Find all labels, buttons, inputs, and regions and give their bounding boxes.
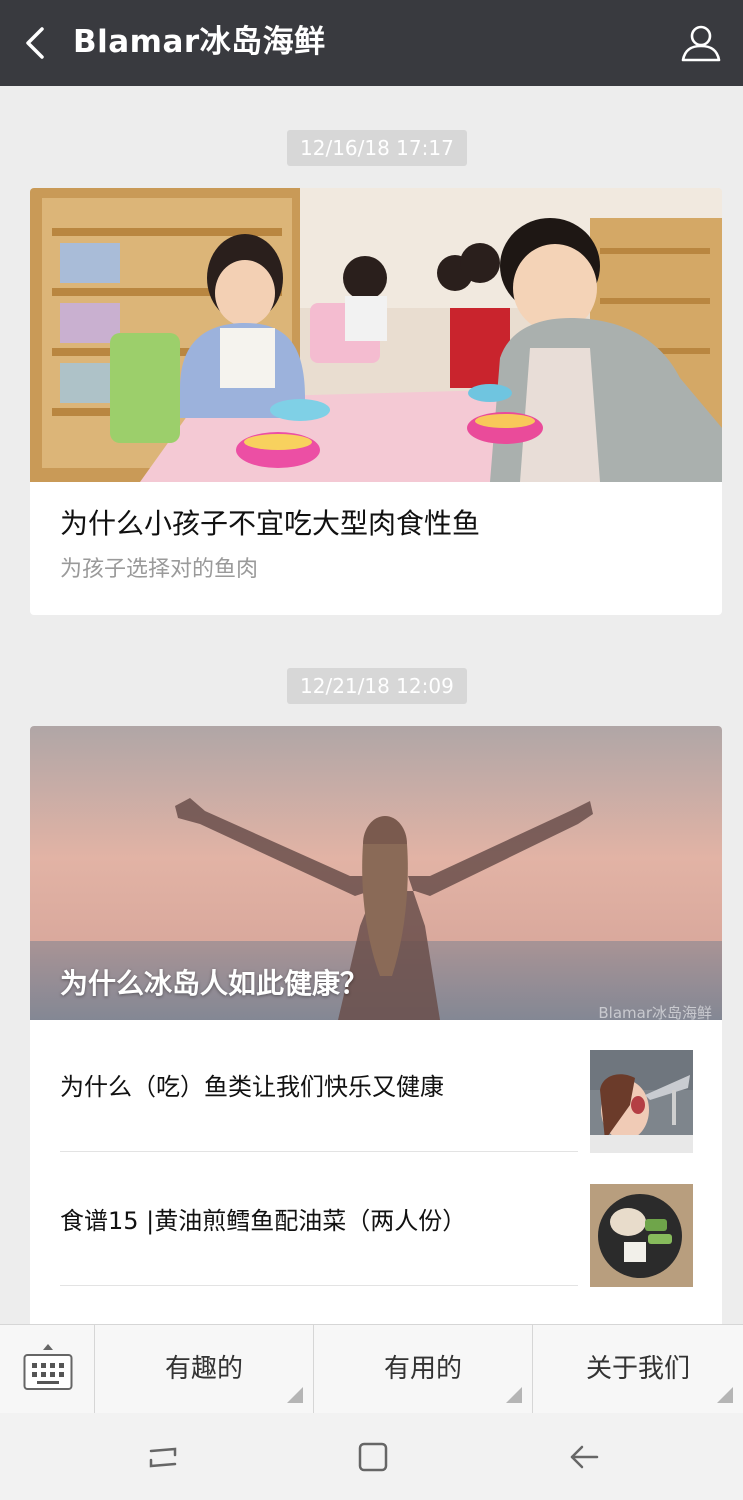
article-cover-image[interactable]	[30, 188, 722, 482]
timestamp-badge: 12/16/18 17:17	[287, 130, 467, 166]
message-feed[interactable]: 12/16/18 17:17 为什么小孩子不宜吃大型肉食性鱼 为孩子选择对的鱼肉…	[0, 86, 743, 1324]
menu-item-label: 有用的	[383, 1354, 462, 1384]
article-title[interactable]: 为什么（吃）鱼类让我们快乐又健康	[60, 1070, 570, 1104]
menu-item-label: 关于我们	[585, 1354, 690, 1384]
woman-eating-fish-thumbnail[interactable]	[590, 1050, 693, 1153]
list-item[interactable]: 为什么（吃）鱼类让我们快乐又健康	[60, 1020, 578, 1152]
system-navigation-bar	[0, 1413, 743, 1500]
image-watermark: Blamar冰岛海鲜	[598, 1004, 712, 1020]
article-title[interactable]: 为什么小孩子不宜吃大型肉食性鱼	[60, 506, 480, 542]
menu-item-useful[interactable]: 有用的	[314, 1325, 533, 1413]
article-title[interactable]: 食谱15 |黄油煎鳕鱼配油菜（两人份）	[60, 1204, 570, 1238]
cod-dish-thumbnail[interactable]	[590, 1184, 693, 1287]
page-title: Blamar冰岛海鲜	[73, 24, 326, 60]
menu-item-interesting[interactable]: 有趣的	[95, 1325, 314, 1413]
back-arrow-icon[interactable]	[566, 1439, 602, 1475]
menu-item-about-us[interactable]: 关于我们	[533, 1325, 743, 1413]
children-eating-image	[30, 188, 722, 482]
submenu-indicator-icon	[287, 1387, 303, 1403]
list-item[interactable]: 食谱15 |黄油煎鳕鱼配油菜（两人份）	[60, 1154, 578, 1286]
user-profile-icon[interactable]	[680, 23, 722, 63]
submenu-indicator-icon	[717, 1387, 733, 1403]
multi-article-card[interactable]: 为什么冰岛人如此健康？ Blamar冰岛海鲜 为什么（吃）鱼类让我们快乐又健康 …	[30, 726, 722, 1324]
submenu-indicator-icon	[506, 1387, 522, 1403]
bottom-menu-bar: 有趣的 有用的 关于我们	[0, 1324, 743, 1413]
timestamp-badge: 12/21/18 12:09	[287, 668, 467, 704]
cover-article-title[interactable]: 为什么冰岛人如此健康？	[60, 962, 368, 1002]
recent-apps-icon[interactable]	[145, 1439, 181, 1475]
divider	[60, 1151, 578, 1152]
back-icon[interactable]	[20, 25, 52, 61]
keyboard-toggle-button[interactable]	[0, 1325, 95, 1413]
home-icon[interactable]	[355, 1439, 391, 1475]
article-cover-image[interactable]: 为什么冰岛人如此健康？ Blamar冰岛海鲜	[30, 726, 722, 1020]
article-subtitle: 为孩子选择对的鱼肉	[60, 557, 259, 582]
article-card[interactable]: 为什么小孩子不宜吃大型肉食性鱼 为孩子选择对的鱼肉	[30, 188, 722, 615]
top-bar: Blamar冰岛海鲜	[0, 0, 743, 86]
menu-item-label: 有趣的	[164, 1354, 243, 1384]
keyboard-icon	[23, 1344, 73, 1390]
divider	[60, 1285, 578, 1286]
